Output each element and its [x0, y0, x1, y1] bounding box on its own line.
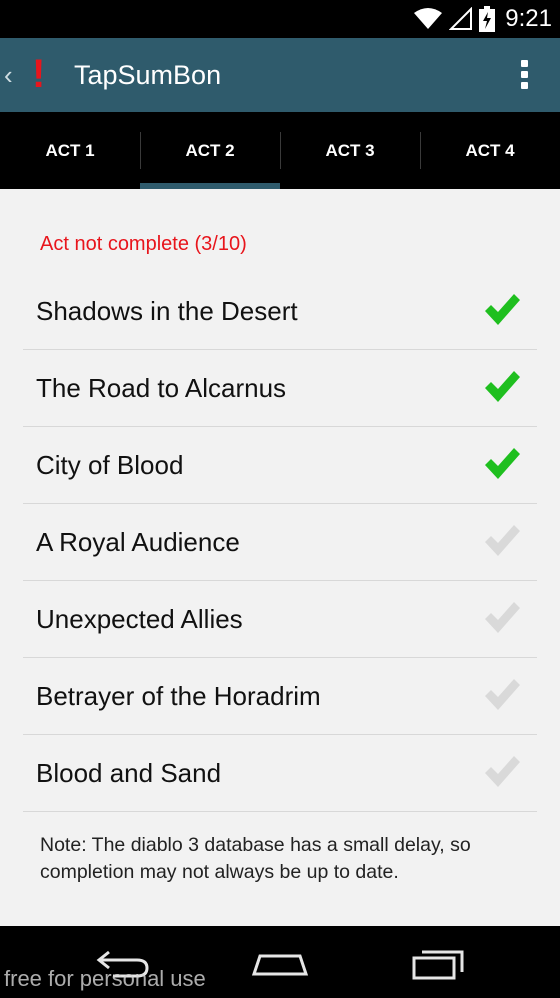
act-content: Act not complete (3/10) Shadows in the D… — [0, 189, 560, 926]
status-icons: 9:21 — [413, 4, 552, 34]
act-status-message: Act not complete (3/10) — [40, 233, 247, 255]
quest-row[interactable]: City of Blood — [23, 427, 537, 504]
checkmark-icon — [485, 448, 520, 479]
watermark: free for personal use — [4, 966, 206, 991]
quest-row[interactable]: Unexpected Allies — [23, 581, 537, 658]
quest-label: City of Blood — [36, 449, 184, 480]
checkmark-icon — [485, 294, 520, 325]
quest-label: Unexpected Allies — [36, 603, 243, 634]
quest-label: The Road to Alcarnus — [36, 372, 287, 403]
recents-icon[interactable] — [410, 946, 466, 982]
app-title: TapSumBon — [74, 60, 222, 90]
quest-row[interactable]: Betrayer of the Horadrim — [23, 658, 537, 735]
checkmark-icon — [485, 371, 520, 402]
act-tab-bar: ACT 1 ACT 2 ACT 3 ACT 4 — [0, 112, 560, 189]
battery-charging-icon — [479, 6, 496, 32]
quest-row[interactable]: Shadows in the Desert — [23, 273, 537, 350]
quest-label: Betrayer of the Horadrim — [36, 680, 321, 711]
overflow-dot — [520, 71, 528, 78]
wifi-icon — [414, 8, 443, 29]
checkmark-icon — [485, 525, 520, 556]
quest-row[interactable]: Blood and Sand — [23, 735, 537, 812]
checkmark-icon — [485, 679, 520, 710]
checkmark-icon — [485, 756, 520, 787]
signal-icon — [449, 7, 473, 30]
quest-row[interactable]: The Road to Alcarnus — [23, 350, 537, 427]
exclamation-icon[interactable]: ! — [32, 52, 45, 97]
database-delay-note: Note: The diablo 3 database has a small … — [40, 834, 471, 883]
quest-label: Blood and Sand — [36, 757, 222, 788]
tab-act-2[interactable]: ACT 2 — [140, 112, 280, 189]
quest-list: Shadows in the Desert The Road to Alcarn… — [23, 273, 537, 812]
tab-act-4[interactable]: ACT 4 — [420, 112, 560, 189]
quest-row[interactable]: A Royal Audience — [23, 504, 537, 581]
quest-label: A Royal Audience — [36, 526, 240, 557]
navigation-bar: free for personal use — [0, 926, 560, 998]
quest-label: Shadows in the Desert — [36, 295, 298, 326]
status-bar: 9:21 — [0, 0, 560, 38]
overflow-dot — [520, 82, 528, 89]
home-icon[interactable] — [250, 946, 310, 982]
overflow-menu-icon[interactable] — [512, 58, 536, 94]
action-bar: ‹ ! TapSumBon — [0, 38, 560, 112]
up-caret-icon[interactable]: ‹ — [4, 60, 13, 91]
tab-act-1[interactable]: ACT 1 — [0, 112, 140, 189]
tab-act-3[interactable]: ACT 3 — [280, 112, 420, 189]
status-time: 9:21 — [505, 5, 552, 32]
checkmark-icon — [485, 602, 520, 633]
overflow-dot — [520, 60, 528, 67]
